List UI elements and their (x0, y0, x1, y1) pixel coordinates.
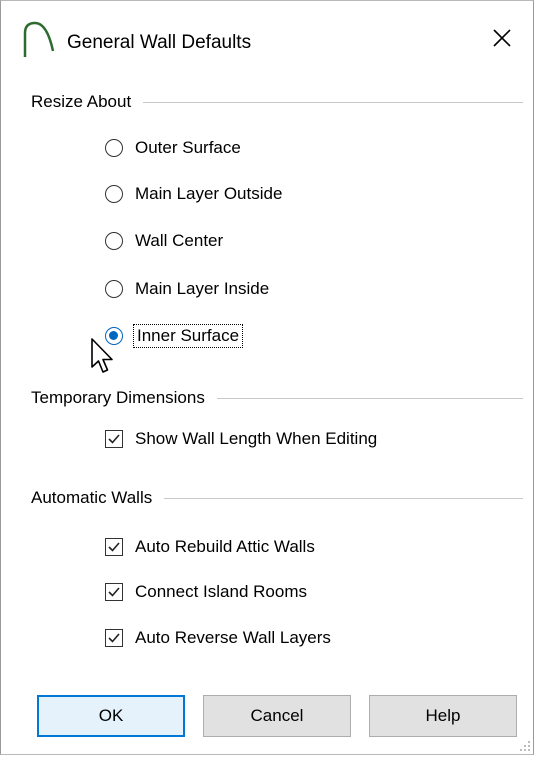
checkbox-auto-reverse-wall-layers[interactable]: Auto Reverse Wall Layers (105, 628, 331, 648)
checkmark-icon (108, 587, 120, 597)
resize-grip-icon[interactable] (517, 738, 531, 752)
title-bar[interactable]: General Wall Defaults (1, 1, 533, 77)
radio-button-selected[interactable] (105, 327, 123, 345)
checkmark-icon (108, 434, 120, 444)
radio-main-layer-inside[interactable]: Main Layer Inside (105, 279, 269, 299)
checkbox-show-wall-length[interactable]: Show Wall Length When Editing (105, 429, 377, 449)
radio-button[interactable] (105, 232, 123, 250)
checkbox-label: Connect Island Rooms (135, 582, 307, 601)
app-arch-icon (23, 21, 55, 57)
radio-label: Outer Surface (135, 138, 241, 157)
window-title: General Wall Defaults (67, 32, 252, 53)
close-button[interactable] (479, 15, 525, 61)
radio-label: Main Layer Inside (135, 279, 270, 298)
radio-button[interactable] (105, 280, 123, 298)
group-label-resize-about: Resize About (31, 92, 144, 112)
cancel-button[interactable]: Cancel (203, 695, 351, 737)
group-label-temporary-dimensions: Temporary Dimensions (31, 388, 217, 408)
help-button[interactable]: Help (369, 695, 517, 737)
checkbox-connect-island-rooms[interactable]: Connect Island Rooms (105, 582, 307, 602)
radio-label: Inner Surface (132, 324, 244, 348)
checkbox[interactable] (105, 629, 123, 647)
radio-button[interactable] (105, 139, 123, 157)
checkbox-label: Show Wall Length When Editing (135, 429, 378, 448)
radio-wall-center[interactable]: Wall Center (105, 231, 223, 251)
ok-button[interactable]: OK (37, 695, 185, 737)
checkbox-auto-rebuild-attic-walls[interactable]: Auto Rebuild Attic Walls (105, 537, 315, 557)
radio-label: Main Layer Outside (135, 184, 283, 203)
radio-label: Wall Center (135, 231, 224, 250)
checkbox-label: Auto Rebuild Attic Walls (135, 537, 315, 556)
radio-inner-surface[interactable]: Inner Surface (105, 324, 244, 348)
checkmark-icon (108, 542, 120, 552)
checkbox-label: Auto Reverse Wall Layers (135, 628, 331, 647)
checkmark-icon (108, 633, 120, 643)
close-icon (493, 29, 511, 47)
group-label-automatic-walls: Automatic Walls (31, 488, 165, 508)
checkbox[interactable] (105, 583, 123, 601)
radio-main-layer-outside[interactable]: Main Layer Outside (105, 184, 282, 204)
general-wall-defaults-dialog: General Wall Defaults Resize About Outer… (0, 0, 534, 755)
checkbox[interactable] (105, 538, 123, 556)
radio-outer-surface[interactable]: Outer Surface (105, 138, 241, 158)
checkbox[interactable] (105, 430, 123, 448)
radio-button[interactable] (105, 185, 123, 203)
